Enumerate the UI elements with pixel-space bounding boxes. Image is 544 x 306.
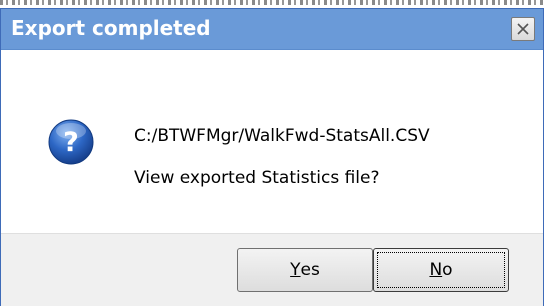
title-bar[interactable]: Export completed bbox=[1, 9, 543, 50]
yes-button[interactable]: Yes bbox=[237, 248, 373, 292]
focus-rectangle bbox=[377, 252, 505, 288]
dialog-message: View exported Statistics file? bbox=[134, 168, 380, 188]
button-bar: Yes No bbox=[1, 233, 543, 306]
yes-button-label: es bbox=[300, 260, 320, 280]
question-icon: ? bbox=[48, 119, 94, 165]
svg-text:?: ? bbox=[63, 127, 79, 158]
dialog-content: ? C:/BTWFMgr/WalkFwd-StatsAll.CSV View e… bbox=[1, 50, 543, 233]
dialog-title: Export completed bbox=[11, 16, 211, 40]
close-button[interactable] bbox=[511, 17, 535, 41]
yes-button-mnemonic: Y bbox=[290, 260, 301, 280]
export-completed-dialog: Export completed ? C:/BTWFMgr/WalkFwd-St… bbox=[0, 8, 544, 306]
exported-file-path: C:/BTWFMgr/WalkFwd-StatsAll.CSV bbox=[134, 126, 430, 146]
close-icon bbox=[517, 23, 529, 35]
no-button[interactable]: No bbox=[373, 248, 509, 292]
